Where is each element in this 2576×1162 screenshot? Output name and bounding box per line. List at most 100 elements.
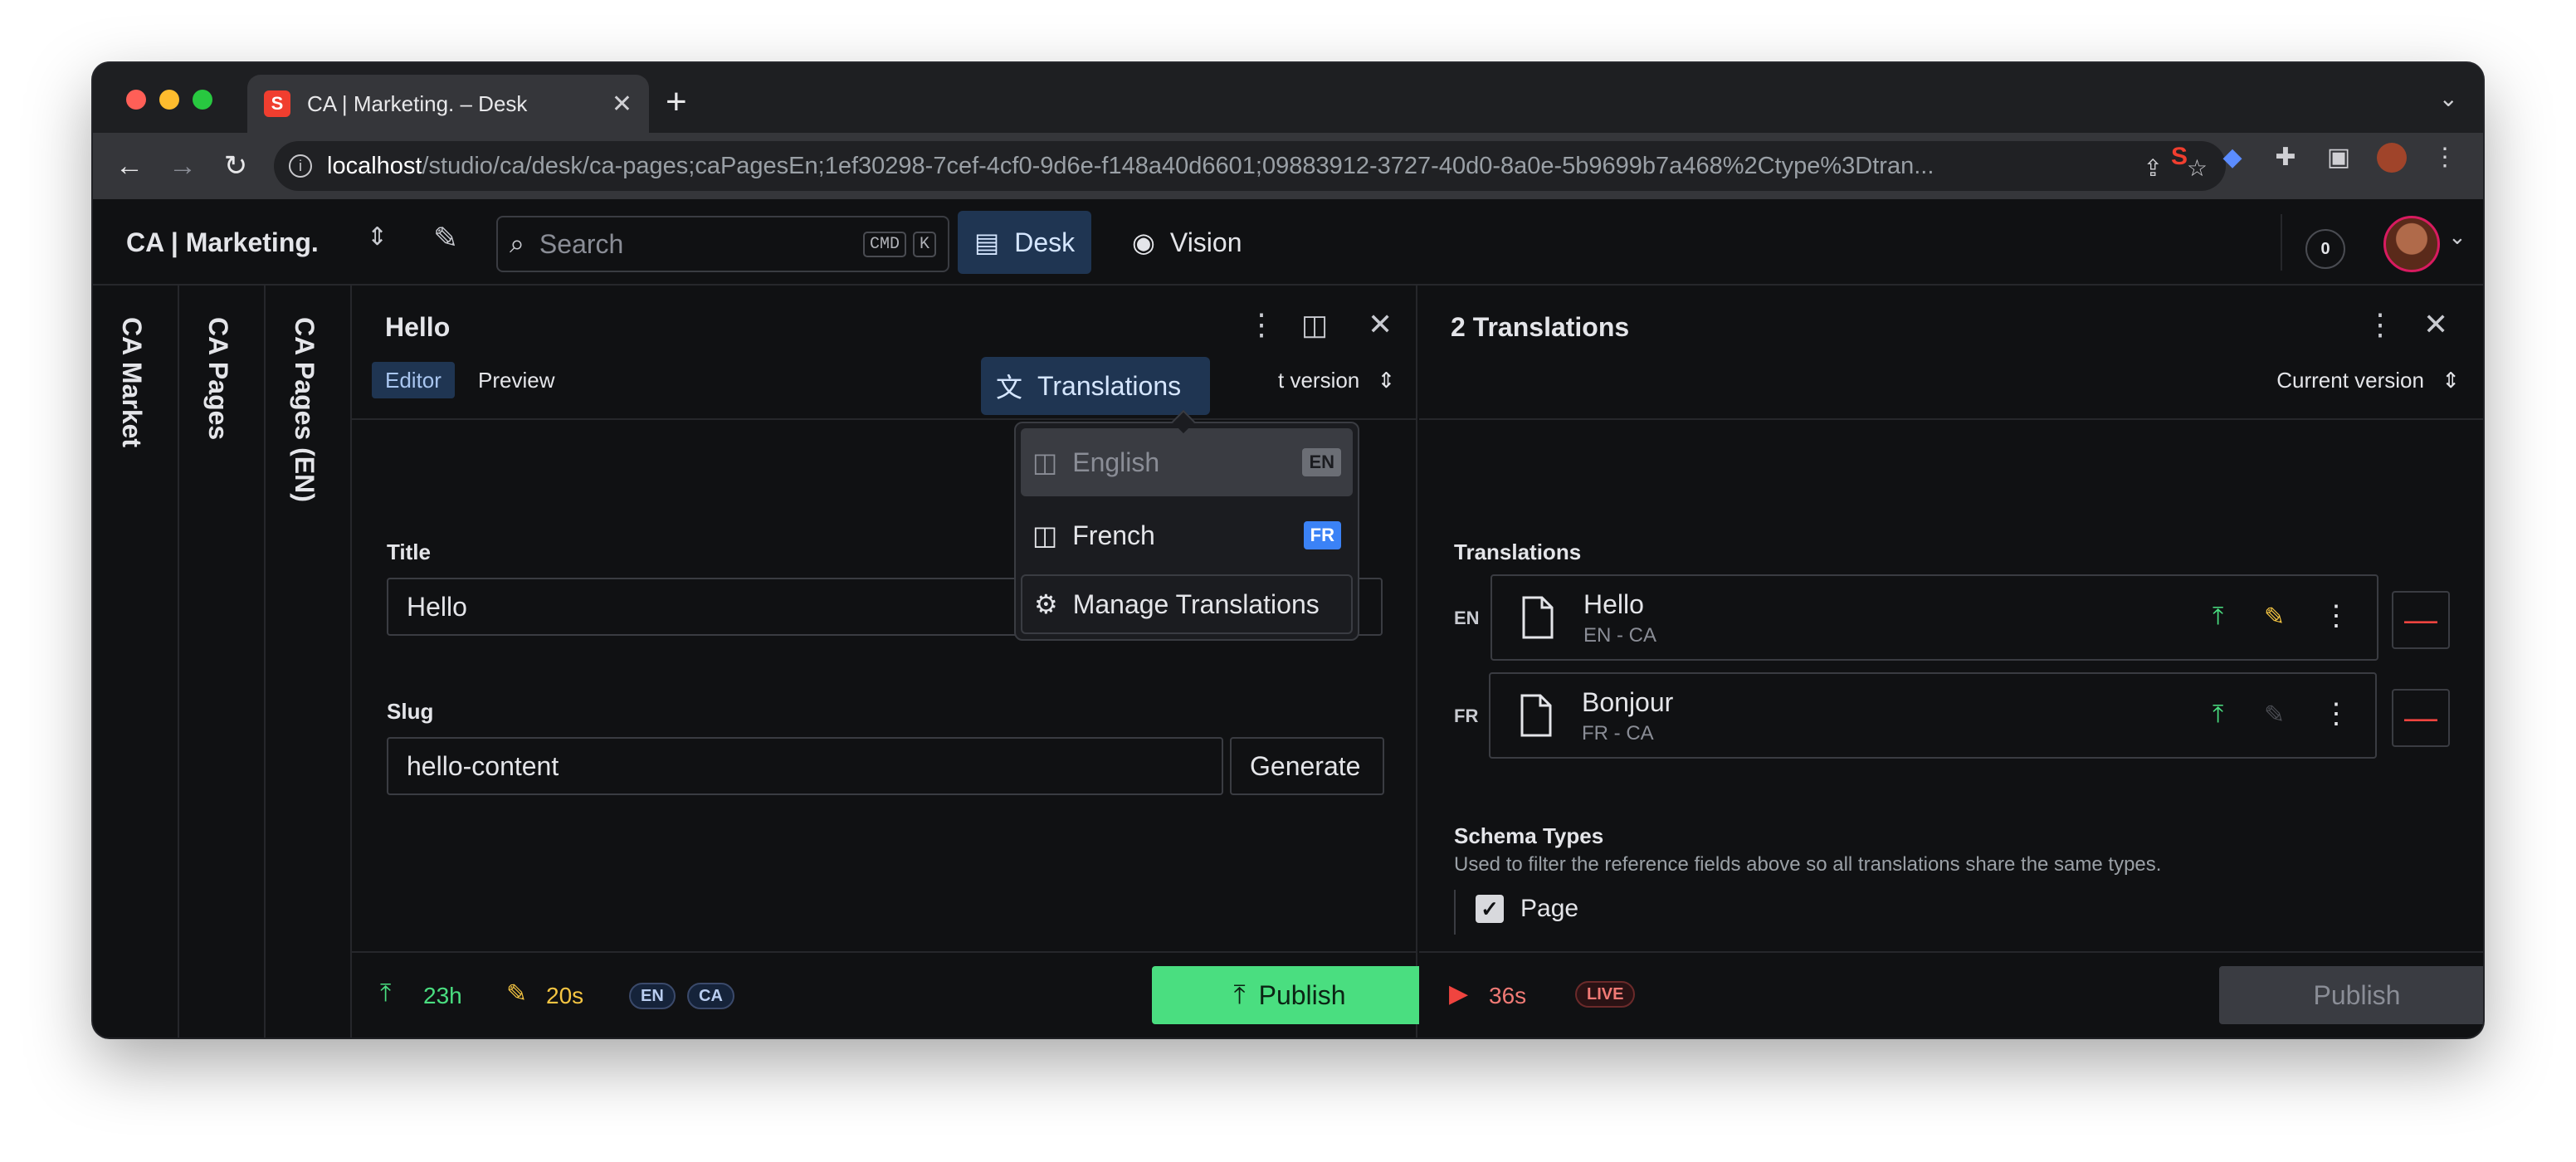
user-avatar[interactable] [2383,216,2440,272]
studio-navbar: CA | Marketing. ⇕ ✎ ⌕ Search CMD K ▤ Des… [93,199,2483,286]
close-pane-icon[interactable]: ✕ [2423,307,2448,342]
browser-tab[interactable]: S CA | Marketing. – Desk ✕ [247,75,649,133]
extensions-puzzle-icon[interactable]: ✚ [2271,143,2300,173]
profile-avatar-icon[interactable] [2377,143,2407,173]
translations-section-label: Translations [1454,540,1582,564]
tab-search-chevron-icon[interactable]: ⌄ [2439,85,2458,112]
schema-option-page[interactable]: ✓ Page [1476,895,1578,923]
menu-item-label: English [1072,447,1160,477]
title-field-label: Title [387,540,431,564]
translations-pane-title: 2 Translations [1451,312,1630,342]
live-time: 36s [1489,983,1527,1008]
desk-label: Desk [1014,227,1076,257]
more-options-icon[interactable]: ⋮ [2322,697,2350,730]
forward-icon[interactable]: → [156,150,209,183]
pane-ca-market[interactable]: CA Market [93,286,179,1038]
language-badge-en: EN [629,983,676,1009]
translation-card-en[interactable]: Hello EN - CA ⤒ ✎ ⋮ [1490,574,2378,661]
translation-card-fr[interactable]: Bonjour FR - CA ⤒ ✎ ⋮ [1489,672,2377,759]
version-select[interactable]: Current version ⇕ [2276,362,2460,398]
compose-icon[interactable]: ✎ [433,221,458,256]
version-select[interactable]: t version ⇕ [1278,362,1395,398]
workspace-switch-chevron-icon[interactable]: ⇕ [367,222,388,251]
translation-title: Bonjour [1582,687,1674,717]
split-pane-icon[interactable]: ◫ [1301,309,1328,342]
edited-ago: 20s [546,983,584,1008]
new-tab-button[interactable]: + [666,81,687,123]
ghost-extension-icon[interactable]: ◆ [2217,143,2247,173]
more-options-icon[interactable]: ⋮ [2365,307,2395,342]
version-label: t version [1278,368,1360,393]
translation-title: Hello [1583,589,1644,619]
menu-item-french[interactable]: ◫ French FR [1021,501,1353,569]
edited-pencil-icon: ✎ [2264,701,2286,729]
notification-count[interactable]: 0 [2305,229,2345,269]
version-label: Current version [2276,368,2424,393]
publish-button-disabled[interactable]: Publish [2219,966,2483,1024]
url-bar[interactable]: i localhost/studio/ca/desk/ca-pages;caPa… [274,141,2226,191]
translations-header: 2 Translations ⋮ ✕ Current version ⇕ [1419,286,2483,420]
menu-item-english[interactable]: ◫ English EN [1021,428,1353,496]
published-ago: 23h [423,983,462,1008]
more-options-icon[interactable]: ⋮ [2322,599,2350,632]
translations-button[interactable]: 文 Translations [981,357,1210,415]
edited-pencil-icon: ✎ [2264,603,2286,631]
pane-ca-pages-en[interactable]: CA Pages (EN) [266,286,352,1038]
back-icon[interactable]: ← [103,150,156,183]
reload-icon[interactable]: ↻ [209,149,262,183]
tab-preview[interactable]: Preview [465,362,568,398]
market-badge-ca: CA [687,983,734,1009]
eye-icon: ◉ [1132,227,1155,257]
pane-label: CA Pages [203,317,233,441]
live-badge: LIVE [1575,981,1636,1008]
translate-icon: 文 [996,373,1023,403]
divider [2281,214,2282,271]
document-icon [1520,694,1552,737]
remove-translation-fr-button[interactable]: — [2392,689,2450,747]
close-tab-icon[interactable]: ✕ [612,90,632,119]
document-editor-pane: Hello Editor Preview t version ⇕ ⋮ ◫ ✕ T… [352,286,1492,1038]
sanity-extension-icon[interactable]: S [2164,143,2194,173]
avatar-chevron-icon[interactable]: ⌄ [2448,224,2466,250]
publish-button[interactable]: ⤒ Publish [1152,966,1427,1024]
translation-lang-fr: FR [1454,706,1479,726]
address-row: ← → ↻ i localhost/studio/ca/desk/ca-page… [93,133,2483,199]
minimize-window-button[interactable] [159,90,179,110]
browser-menu-icon[interactable]: ⋮ [2430,143,2460,173]
edited-pencil-icon: ✎ [506,980,528,1008]
vision-tool-button[interactable]: ◉ Vision [1122,211,1252,274]
split-doc-icon: ◫ [1032,447,1058,477]
translation-subtitle: EN - CA [1583,624,1657,647]
more-options-icon[interactable]: ⋮ [1247,307,1276,342]
share-icon[interactable]: ⇪ [2144,154,2163,182]
editor-footer: ⤒ 23h ✎ 20s EN CA ⤒ Publish ⌄ [352,951,1492,1038]
translations-label: Translations [1037,370,1182,401]
tab-editor[interactable]: Editor [372,362,455,398]
manage-label: Manage Translations [1072,588,1320,619]
close-pane-icon[interactable]: ✕ [1368,307,1393,342]
url-path: /studio/ca/desk/ca-pages;caPagesEn;1ef30… [422,152,1934,179]
close-window-button[interactable] [126,90,146,110]
translations-footer: ▶ 36s LIVE Publish ⌄ [1419,951,2483,1038]
checkbox-checked-icon[interactable]: ✓ [1476,895,1504,923]
slug-field-label: Slug [387,699,434,724]
pane-label: CA Pages (EN) [290,317,320,502]
slug-input[interactable]: hello-content [387,737,1223,795]
desk-tool-button[interactable]: ▤ Desk [958,211,1092,274]
maximize-window-button[interactable] [193,90,212,110]
pane-label: CA Market [117,317,147,448]
manage-translations-button[interactable]: ⚙ Manage Translations [1021,574,1353,634]
schema-types-description: Used to filter the reference fields abov… [1454,853,2162,876]
remove-translation-en-button[interactable]: — [2392,591,2450,649]
menu-item-label: French [1072,520,1155,550]
search-input[interactable]: ⌕ Search CMD K [496,216,949,272]
lang-tag-en: EN [1302,448,1341,476]
pane-ca-pages[interactable]: CA Pages [179,286,266,1038]
generate-slug-button[interactable]: Generate [1230,737,1384,795]
select-chevron-icon: ⇕ [1377,368,1396,393]
side-panel-icon[interactable]: ▣ [2324,143,2354,173]
published-icon: ⤒ [2213,603,2224,630]
sanity-favicon-icon: S [264,90,290,117]
site-info-icon[interactable]: i [289,154,312,178]
schema-types-label: Schema Types [1454,823,1604,848]
